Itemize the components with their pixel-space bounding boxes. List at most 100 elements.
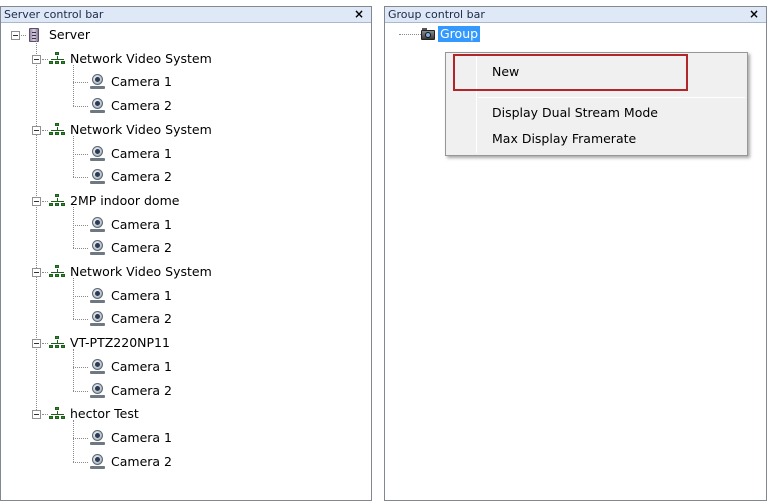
tree-connector xyxy=(73,296,88,297)
camera-icon xyxy=(90,288,106,304)
camera-icon xyxy=(90,98,106,114)
tree-node-camera[interactable]: Camera 2 xyxy=(1,238,201,258)
collapse-toggle[interactable] xyxy=(32,268,41,277)
menu-item-display-dual-stream-mode[interactable]: Display Dual Stream Mode xyxy=(448,101,745,123)
camera-icon xyxy=(90,146,106,162)
camera-icon xyxy=(90,359,106,375)
tree-connector xyxy=(73,349,74,391)
device-label: VT-PTZ220NP11 xyxy=(70,335,170,350)
collapse-toggle[interactable] xyxy=(32,55,41,64)
server-icon xyxy=(29,28,39,42)
tree-connector xyxy=(73,106,88,107)
camera-label: Camera 1 xyxy=(111,288,172,303)
tree-connector xyxy=(73,462,88,463)
tree-connector xyxy=(73,438,88,439)
collapse-toggle[interactable] xyxy=(32,410,41,419)
camera-label: Camera 2 xyxy=(111,98,172,113)
network-icon xyxy=(49,265,67,279)
collapse-toggle[interactable] xyxy=(32,197,41,206)
tree-connector xyxy=(73,207,74,248)
tree-node-camera[interactable]: Camera 1 xyxy=(1,286,201,306)
tree-node-device[interactable]: hector Test xyxy=(1,404,281,424)
tree-connector xyxy=(42,130,48,131)
close-icon[interactable]: × xyxy=(353,7,365,21)
tree-connector xyxy=(73,278,74,319)
camera-label: Camera 2 xyxy=(111,311,172,326)
tree-node-camera[interactable]: Camera 2 xyxy=(1,96,201,116)
tree-connector xyxy=(73,367,88,368)
network-icon xyxy=(49,123,67,137)
tree-connector xyxy=(73,225,88,226)
close-icon[interactable]: × xyxy=(748,7,760,21)
tree-node-camera[interactable]: Camera 2 xyxy=(1,309,201,329)
menu-item-label: Max Display Framerate xyxy=(492,131,637,146)
tree-connector xyxy=(21,35,26,36)
group-camera-icon xyxy=(419,28,437,40)
tree-connector xyxy=(73,248,88,249)
network-icon xyxy=(49,336,67,350)
tree-node-camera[interactable]: Camera 2 xyxy=(1,167,201,187)
device-label: Network Video System xyxy=(70,51,212,66)
tree-connector xyxy=(42,201,48,202)
tree-node-camera[interactable]: Camera 1 xyxy=(1,428,201,448)
tree-node-device[interactable]: Network Video System xyxy=(1,120,281,140)
tree-node-device[interactable]: Network Video System xyxy=(1,49,281,69)
device-label: 2MP indoor dome xyxy=(70,193,180,208)
tree-connector xyxy=(73,136,74,177)
menu-item-max-display-framerate[interactable]: Max Display Framerate xyxy=(448,127,745,149)
camera-icon xyxy=(90,240,106,256)
camera-label: Camera 1 xyxy=(111,359,172,374)
tree-connector xyxy=(73,82,88,83)
camera-label: Camera 2 xyxy=(111,454,172,469)
menu-item-label: Display Dual Stream Mode xyxy=(492,105,658,120)
tree-node-camera[interactable]: Camera 1 xyxy=(1,215,201,235)
tree-node-camera[interactable]: Camera 2 xyxy=(1,381,201,401)
camera-icon xyxy=(90,454,106,470)
tree-connector xyxy=(42,414,48,415)
group-control-bar-titlebar: Group control bar × xyxy=(385,7,766,23)
tree-node-camera[interactable]: Camera 2 xyxy=(1,452,201,472)
collapse-toggle[interactable] xyxy=(11,31,20,40)
group-label: Group xyxy=(438,26,481,42)
camera-label: Camera 2 xyxy=(111,383,172,398)
tree-node-server[interactable]: Server xyxy=(1,25,201,45)
server-control-bar-title: Server control bar xyxy=(4,8,104,21)
camera-label: Camera 1 xyxy=(111,217,172,232)
tree-node-device[interactable]: VT-PTZ220NP11 xyxy=(1,333,281,353)
tree-connector xyxy=(73,154,88,155)
tree-node-camera[interactable]: Camera 1 xyxy=(1,72,201,92)
device-label: Network Video System xyxy=(70,122,212,137)
tree-connector xyxy=(73,391,88,392)
tree-connector xyxy=(42,343,48,344)
network-icon xyxy=(49,407,67,421)
tree-connector xyxy=(73,319,88,320)
network-icon xyxy=(49,52,67,66)
camera-icon xyxy=(90,311,106,327)
device-label: Network Video System xyxy=(70,264,212,279)
tree-connector xyxy=(73,177,88,178)
network-icon xyxy=(49,194,67,208)
collapse-toggle[interactable] xyxy=(32,126,41,135)
highlight-annotation xyxy=(453,54,688,91)
menu-separator xyxy=(478,97,745,98)
device-label: hector Test xyxy=(70,406,139,421)
camera-icon xyxy=(90,430,106,446)
tree-connector xyxy=(42,59,48,60)
camera-label: Camera 2 xyxy=(111,169,172,184)
camera-label: Camera 2 xyxy=(111,240,172,255)
server-tree: Server Network Video System Camera 1 Camera… xyxy=(1,24,371,500)
group-control-bar-title: Group control bar xyxy=(388,8,485,21)
tree-node-device[interactable]: Network Video System xyxy=(1,262,281,282)
tree-node-device[interactable]: 2MP indoor dome xyxy=(1,191,281,211)
server-control-bar-titlebar: Server control bar × xyxy=(1,7,371,23)
tree-connector xyxy=(73,65,74,106)
tree-node-camera[interactable]: Camera 1 xyxy=(1,144,201,164)
server-control-bar: Server control bar × Server Network Video… xyxy=(0,6,372,501)
camera-label: Camera 1 xyxy=(111,74,172,89)
camera-icon xyxy=(90,74,106,90)
tree-node-group[interactable]: Group xyxy=(385,24,505,44)
tree-connector xyxy=(73,420,74,462)
tree-node-camera[interactable]: Camera 1 xyxy=(1,357,201,377)
collapse-toggle[interactable] xyxy=(32,339,41,348)
camera-label: Camera 1 xyxy=(111,430,172,445)
